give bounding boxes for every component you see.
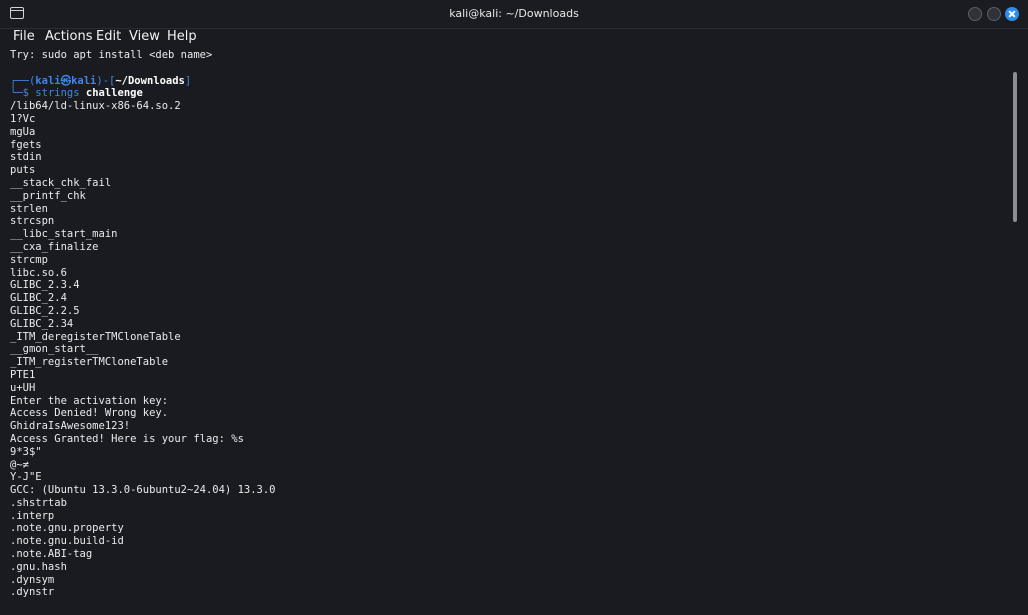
- output-line: PTE1: [10, 368, 36, 381]
- terminal-window: kali@kali: ~/Downloads File Actions Edit…: [0, 0, 1028, 615]
- maximize-button[interactable]: [987, 7, 1001, 21]
- output-line: __stack_chk_fail: [10, 176, 112, 189]
- output-line: /lib64/ld-linux-x86-64.so.2: [10, 100, 181, 113]
- terminal-output-area[interactable]: Try: sudo apt install <deb name> ┌──(kal…: [0, 47, 1012, 615]
- menu-help[interactable]: Help: [167, 29, 197, 47]
- scrollbar-thumb[interactable]: [1013, 72, 1017, 222]
- output-line: GLIBC_2.34: [10, 317, 74, 330]
- output-line: .interp: [10, 509, 55, 522]
- title-bar[interactable]: kali@kali: ~/Downloads: [0, 0, 1028, 29]
- output-line: u+UH: [10, 381, 36, 394]
- output-line: .note.gnu.build-id: [10, 535, 124, 548]
- output-line: GCC: (Ubuntu 13.3.0-6ubuntu2~24.04) 13.3…: [10, 484, 276, 497]
- output-line: strcmp: [10, 253, 48, 266]
- output-line: .note.ABI-tag: [10, 548, 93, 561]
- command-argument: challenge: [85, 87, 143, 100]
- prompt-symbol: └─$: [10, 87, 36, 100]
- prompt-user: kali㉿kali: [35, 74, 97, 87]
- menu-edit[interactable]: Edit: [96, 29, 121, 47]
- strings-output: /lib64/ld-linux-x86-64.so.2 1?Vc mgUa fgets…: [10, 100, 1012, 599]
- output-line: libc.so.6: [10, 266, 67, 279]
- output-line: mgUa: [10, 125, 36, 138]
- output-line: Enter the activation key:: [10, 394, 169, 407]
- prompt-directory: ~/Downloads: [115, 74, 185, 87]
- output-line: puts: [10, 164, 36, 177]
- output-line: .shstrtab: [10, 496, 67, 509]
- output-line: 9*3$": [10, 445, 42, 458]
- menu-actions[interactable]: Actions: [45, 29, 93, 47]
- hint-line: Try: sudo apt install <deb name>: [10, 49, 213, 61]
- output-line: _ITM_deregisterTMCloneTable: [10, 330, 181, 343]
- output-line: _ITM_registerTMCloneTable: [10, 356, 169, 369]
- minimize-button[interactable]: [968, 7, 982, 21]
- output-line: .note.gnu.property: [10, 522, 124, 535]
- output-line: __libc_start_main: [10, 228, 118, 241]
- prompt-line: ┌──(kali㉿kali)-[~/Downloads]: [10, 75, 1012, 88]
- output-line: GhidraIsAwesome123!: [10, 420, 131, 433]
- output-line: strcspn: [10, 215, 55, 228]
- output-line: __cxa_finalize: [10, 240, 99, 253]
- output-line: fgets: [10, 138, 42, 151]
- output-line: .gnu.hash: [10, 560, 67, 573]
- prompt-bracket: )-[: [96, 74, 116, 87]
- output-line: GLIBC_2.4: [10, 292, 67, 305]
- command-name: strings: [35, 87, 80, 100]
- command-line: └─$ strings challenge: [10, 87, 1012, 100]
- output-line: strlen: [10, 202, 48, 215]
- output-line: @~≠: [10, 458, 29, 471]
- menu-view[interactable]: View: [129, 29, 160, 47]
- prompt-bracket: ┌──(: [10, 74, 36, 87]
- output-line: GLIBC_2.2.5: [10, 304, 80, 317]
- output-line: .dynstr: [10, 586, 55, 599]
- output-line: __printf_chk: [10, 189, 86, 202]
- output-line: stdin: [10, 151, 42, 164]
- menu-bar: File Actions Edit View Help: [0, 29, 1028, 47]
- window-title: kali@kali: ~/Downloads: [449, 7, 579, 20]
- scrollbar[interactable]: [1012, 47, 1028, 615]
- output-line: .dynsym: [10, 573, 55, 586]
- close-button[interactable]: [1005, 7, 1019, 21]
- menu-file[interactable]: File: [13, 29, 35, 47]
- output-line: 1?Vc: [10, 112, 36, 125]
- output-line: Access Denied! Wrong key.: [10, 407, 169, 420]
- output-line: Access Granted! Here is your flag: %s: [10, 432, 244, 445]
- output-line: GLIBC_2.3.4: [10, 279, 80, 292]
- prompt-bracket: ]: [184, 74, 192, 87]
- output-line: Y-J"E: [10, 471, 42, 484]
- output-line: __gmon_start__: [10, 343, 99, 356]
